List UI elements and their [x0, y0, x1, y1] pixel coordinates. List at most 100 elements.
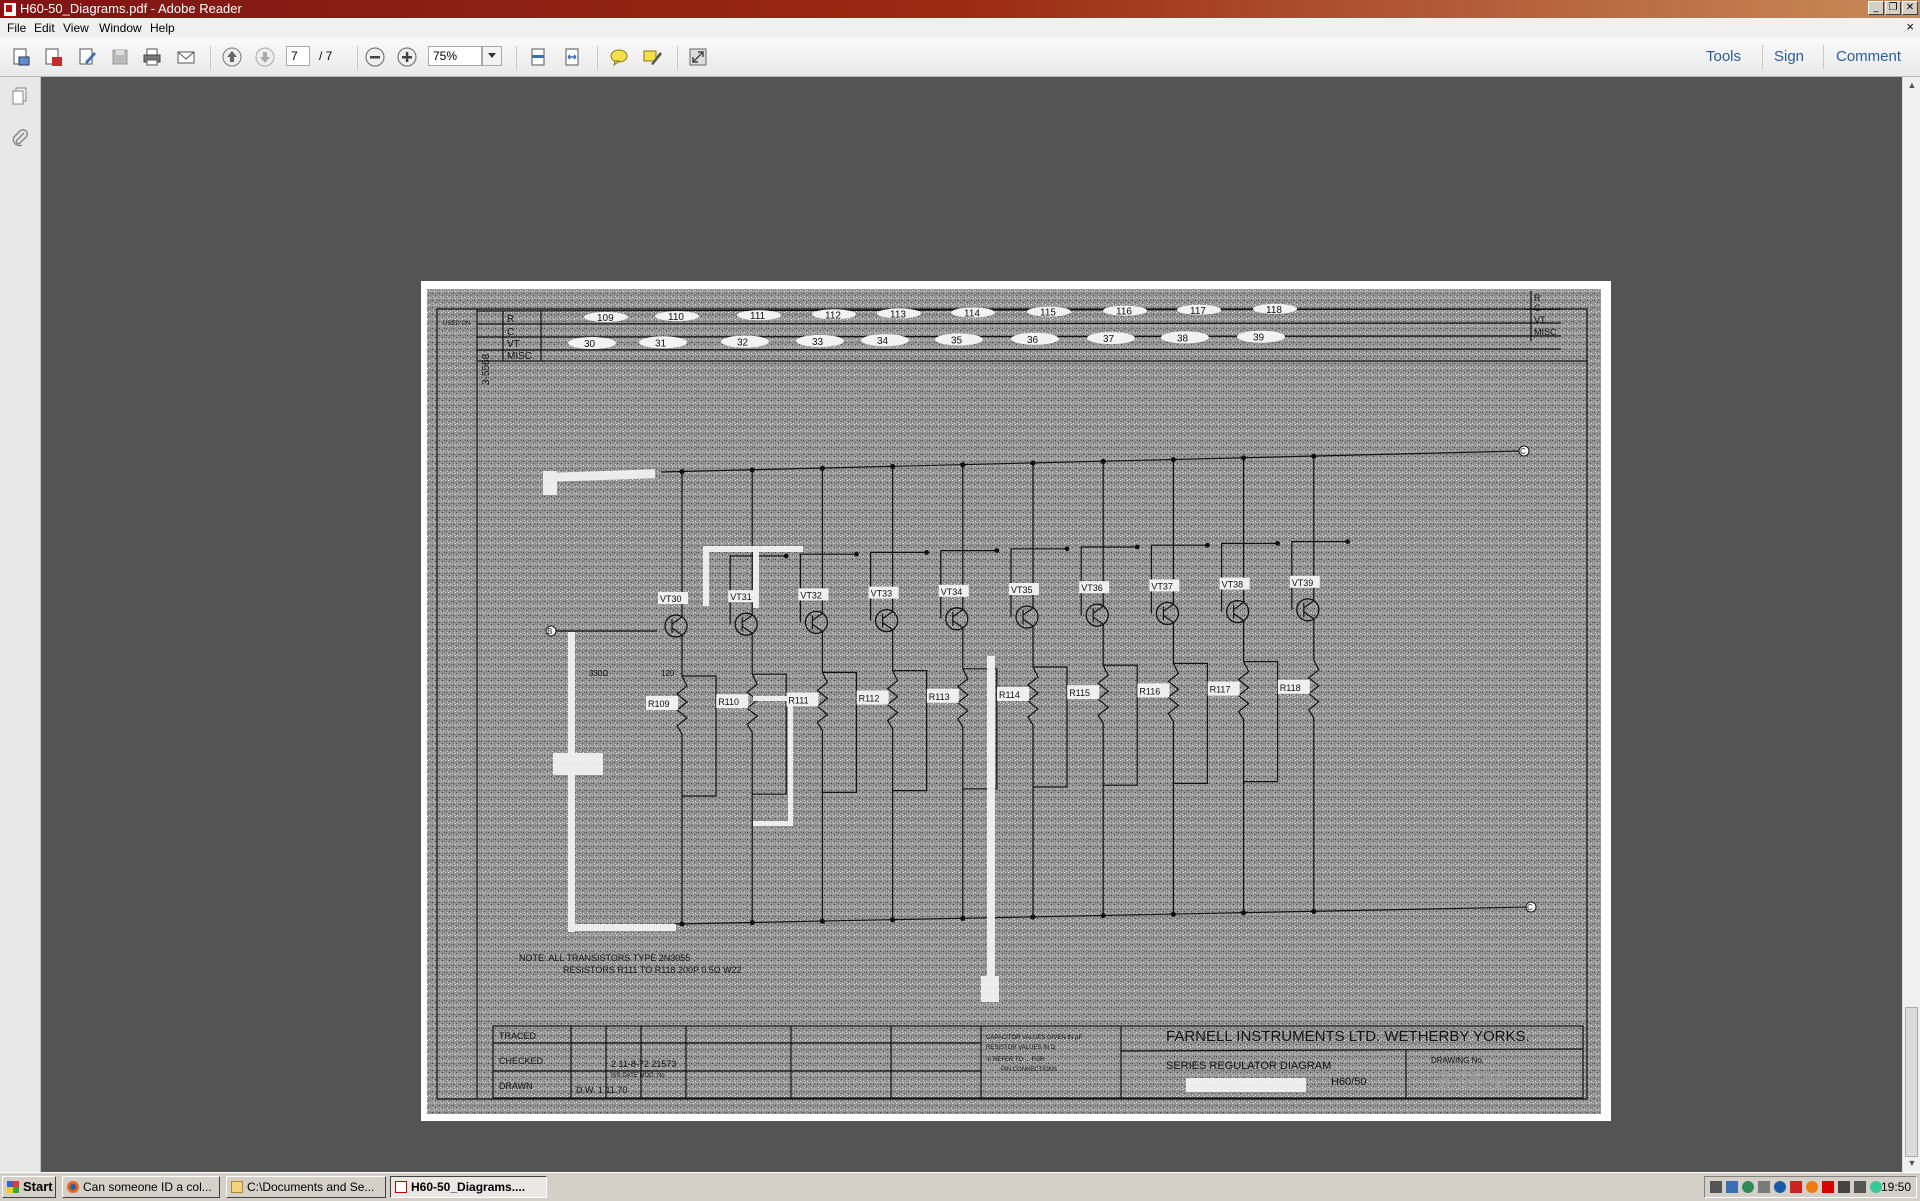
rail-junction — [1100, 912, 1106, 919]
save-icon[interactable] — [109, 46, 131, 68]
bluetooth-icon[interactable] — [1774, 1181, 1786, 1193]
header-transistor-number: 36 — [1027, 335, 1039, 346]
menu-edit[interactable]: Edit — [34, 20, 55, 36]
export-pdf-icon[interactable] — [42, 46, 64, 68]
sticky-note-icon[interactable] — [608, 46, 630, 68]
highlight-text-icon[interactable] — [641, 46, 663, 68]
title-block-row-label: DRAWN — [499, 1081, 533, 1091]
header-resistor-number: 111 — [750, 311, 766, 322]
transistor-label: VT36 — [1081, 583, 1103, 593]
start-button[interactable]: Start — [2, 1176, 56, 1198]
drawn-by-entry: D.W. 1 11.70 — [576, 1085, 627, 1095]
transistor-label: VT39 — [1292, 578, 1314, 588]
menu-window[interactable]: Window — [99, 20, 142, 36]
title-block-note: CAPACITOR VALUES GIVEN IN μF — [986, 1035, 1082, 1041]
print-icon[interactable] — [141, 46, 163, 68]
adobe-reader-icon — [3, 2, 17, 17]
rail-junction — [749, 919, 755, 926]
transistor-label: VT33 — [871, 589, 893, 599]
antivirus-icon[interactable] — [1742, 1181, 1754, 1193]
drive-junction — [1275, 541, 1280, 546]
document-viewer[interactable]: R C VT MISC R C VT MISC USED ON 3-5568 109 30 110 31 1… — [41, 77, 1902, 1172]
header-resistor-number: 109 — [597, 313, 614, 324]
previous-page-icon[interactable] — [221, 46, 243, 68]
fit-width-icon[interactable] — [561, 46, 583, 68]
menu-help[interactable]: Help — [150, 20, 175, 36]
media-player-icon[interactable] — [1806, 1181, 1818, 1193]
sign-pane-button[interactable]: Sign — [1774, 48, 1804, 66]
header-transistor-number: 39 — [1253, 333, 1265, 344]
zoom-out-icon[interactable] — [364, 46, 386, 68]
taskbar-button-explorer[interactable]: C:\Documents and Se... — [226, 1176, 386, 1198]
rail-junction — [819, 918, 825, 924]
transistor-label: VT38 — [1222, 580, 1244, 590]
resistor-label: R118 — [1280, 683, 1301, 693]
tray-tool-icon[interactable] — [1838, 1181, 1850, 1193]
scrollbar-thumb[interactable] — [1905, 1007, 1918, 1157]
output-node-top-label: C — [1520, 447, 1526, 456]
resistor-label: R117 — [1210, 685, 1231, 695]
scroll-up-arrow-icon[interactable]: ▲ — [1906, 79, 1918, 91]
r110-value: 120 — [661, 669, 675, 678]
scroll-down-arrow-icon[interactable]: ▼ — [1906, 1157, 1918, 1169]
full-screen-icon[interactable] — [687, 46, 709, 68]
header-row-label-right: VT — [1534, 315, 1546, 325]
taskbar-button-browser[interactable]: Can someone ID a col... — [62, 1176, 220, 1198]
minimize-button[interactable]: _ — [1868, 1, 1884, 15]
tray-app-icon[interactable] — [1710, 1181, 1722, 1193]
r109-value: 330Ω — [589, 669, 608, 678]
drive-junction — [854, 551, 859, 557]
zoom-dropdown-chevron-icon[interactable] — [482, 46, 502, 66]
vertical-scrollbar[interactable]: ▲ ▼ — [1902, 77, 1920, 1172]
header-row-label-right: MISC — [1534, 327, 1557, 337]
update-notifier-icon[interactable] — [1790, 1181, 1802, 1193]
drawing-title: SERIES REGULATOR DIAGRAM — [1166, 1060, 1331, 1072]
taskbar-button-label: H60-50_Diagrams.... — [411, 1180, 526, 1194]
zoom-in-icon[interactable] — [396, 46, 418, 68]
output-node-bottom-label: C — [1527, 903, 1533, 912]
volume-icon[interactable] — [1854, 1181, 1866, 1193]
page-thumbnails-icon[interactable] — [9, 85, 31, 107]
next-page-icon[interactable] — [254, 46, 276, 68]
rail-junction — [749, 467, 755, 473]
drive-junction — [1134, 544, 1140, 550]
fit-page-icon[interactable] — [527, 46, 549, 68]
transistor-label: VT31 — [730, 592, 752, 602]
toolbar-separator — [210, 46, 211, 70]
title-block-row-label: CHECKED — [499, 1056, 544, 1066]
email-icon[interactable] — [175, 46, 197, 68]
adobe-updater-icon[interactable] — [1822, 1181, 1834, 1193]
toolbar-separator — [597, 46, 598, 70]
taskbar-button-label: C:\Documents and Se... — [247, 1180, 375, 1194]
network-monitor-icon[interactable] — [1726, 1181, 1738, 1193]
create-pdf-icon[interactable] — [10, 46, 32, 68]
taskbar-button-adobe-reader[interactable]: H60-50_Diagrams.... — [390, 1176, 547, 1198]
company-name: FARNELL INSTRUMENTS LTD. WETHERBY YORKS. — [1166, 1028, 1530, 1045]
page-number-input[interactable]: 7 — [286, 46, 310, 66]
tools-pane-button[interactable]: Tools — [1706, 48, 1741, 66]
menu-file[interactable]: File — [7, 20, 26, 36]
restore-button[interactable]: ❐ — [1885, 1, 1901, 15]
display-settings-icon[interactable] — [1758, 1181, 1770, 1193]
page-count: / 7 — [319, 49, 333, 63]
resistor-label: R113 — [929, 692, 950, 702]
header-row-label: R — [507, 314, 514, 325]
document-close-button[interactable]: × — [1906, 19, 1914, 35]
title-bar[interactable]: H60-50_Diagrams.pdf - Adobe Reader _ ❐ ✕ — [0, 0, 1920, 18]
rail-junction — [890, 463, 896, 470]
header-transistor-number: 34 — [877, 336, 889, 347]
rail-junction — [1240, 455, 1247, 461]
resistor-label: R115 — [1069, 688, 1090, 698]
header-resistor-number: 118 — [1266, 305, 1282, 316]
edit-pdf-icon[interactable] — [76, 46, 98, 68]
clock[interactable]: 19:50 — [1881, 1180, 1911, 1194]
close-button[interactable]: ✕ — [1902, 1, 1918, 15]
revision-entry: 2 11-8-72 21573 — [611, 1059, 676, 1069]
toolbar-separator — [1762, 45, 1763, 69]
rail-junction — [1100, 458, 1106, 464]
header-row-label-right: R — [1534, 293, 1541, 303]
comment-pane-button[interactable]: Comment — [1836, 48, 1901, 66]
menu-view[interactable]: View — [63, 20, 89, 36]
attachments-paperclip-icon[interactable] — [9, 127, 31, 149]
zoom-level-field[interactable]: 75% — [428, 46, 482, 66]
